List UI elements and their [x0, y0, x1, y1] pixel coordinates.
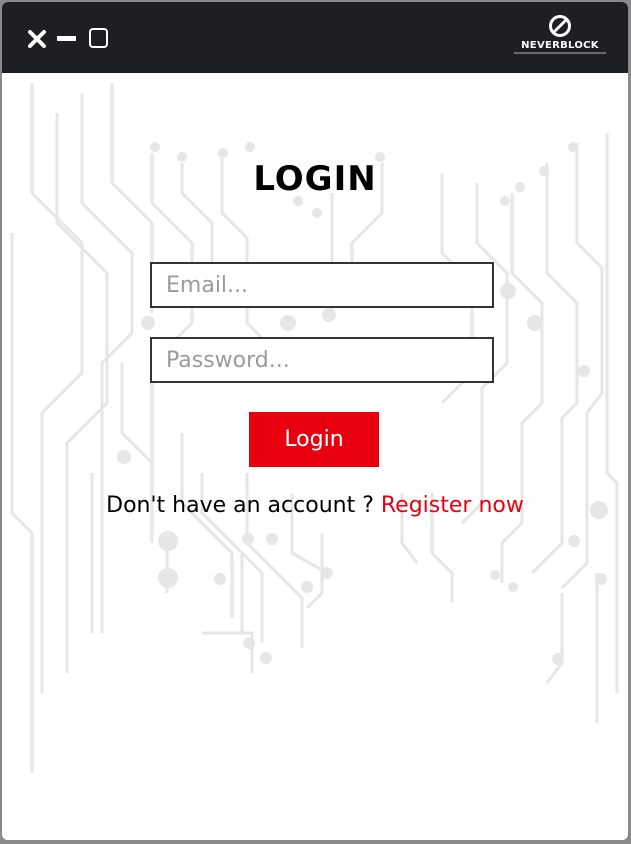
brand-logo: NEVERBLOCK: [514, 14, 606, 60]
page-title: LOGIN: [253, 159, 377, 199]
brand-tagline: [514, 52, 606, 54]
close-icon[interactable]: [26, 28, 48, 50]
minimize-icon[interactable]: [56, 28, 78, 50]
password-field[interactable]: [150, 337, 494, 383]
login-button[interactable]: Login: [249, 412, 379, 467]
brand-name: NEVERBLOCK: [521, 40, 599, 51]
email-field[interactable]: [150, 262, 494, 308]
register-prompt: Don't have an account ?: [106, 493, 381, 518]
app-window: NEVERBLOCK LOGIN Email... Login Don't ha…: [2, 2, 628, 840]
register-row: Don't have an account ? Register now: [2, 493, 628, 518]
maximize-icon[interactable]: [88, 28, 110, 50]
title-bar[interactable]: NEVERBLOCK: [2, 2, 628, 73]
neverblock-logo-icon: [549, 15, 571, 37]
login-panel: LOGIN Login Don't have an account ? Regi…: [2, 73, 628, 840]
register-link[interactable]: Register now: [381, 493, 524, 518]
